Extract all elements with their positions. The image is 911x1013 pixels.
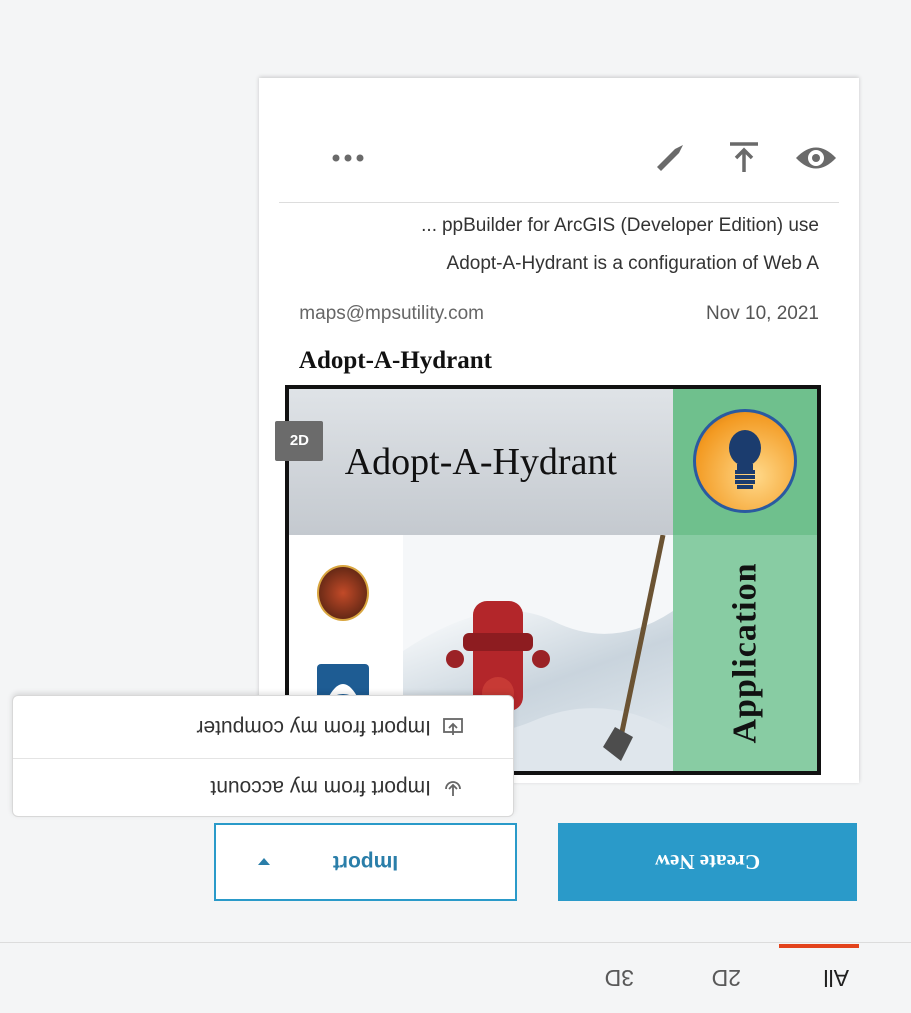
thumbnail-side-text: Application [725,562,763,744]
import-menu: Import from my account Import from my co… [12,695,514,817]
import-button-label: Import [332,851,399,874]
tab-2d[interactable]: 2D [712,964,741,991]
app-card[interactable]: Application Adopt-A-Hydrant 2D Adopt-A-H… [259,78,859,783]
card-divider [279,202,839,203]
more-icon[interactable] [325,135,371,181]
thumbnail-title-banner: Adopt-A-Hydrant [289,389,673,535]
import-button[interactable]: Import [214,823,517,901]
edit-icon[interactable] [647,135,693,181]
description-ellipsis: ... [420,215,437,236]
description-line-2: ppBuilder for ArcGIS (Developer Edition)… [441,215,819,236]
caret-up-icon [258,858,270,865]
type-badge: 2D [275,421,323,461]
import-from-account-item[interactable]: Import from my account [13,758,513,816]
tab-all[interactable]: All [823,964,849,991]
share-icon[interactable] [721,135,767,181]
computer-upload-icon [441,715,465,739]
description-line-1: Adopt-A-Hydrant is a configuration of We… [446,253,819,274]
fire-department-logo-icon [317,565,369,621]
card-date: Nov 10, 2021 [705,303,819,324]
tab-3d[interactable]: 3D [605,964,634,991]
create-new-button[interactable]: Create New [558,823,857,901]
account-import-icon [441,776,465,800]
app-builder-view: All 2D 3D Create New Import Import from … [0,0,911,1013]
import-from-computer-label: Import from my computer [196,716,431,739]
active-tab-indicator [779,944,859,948]
card-owner: maps@mpsutility.com [299,303,484,324]
import-from-computer-item[interactable]: Import from my computer [13,698,513,756]
import-from-account-label: Import from my account [210,776,431,800]
lightbulb-logo-icon [693,409,797,513]
filter-tabs: All 2D 3D [0,942,911,1013]
view-icon[interactable] [793,135,839,181]
card-description: Adopt-A-Hydrant is a configuration of We… [299,207,819,283]
card-title[interactable]: Adopt-A-Hydrant [299,341,819,381]
